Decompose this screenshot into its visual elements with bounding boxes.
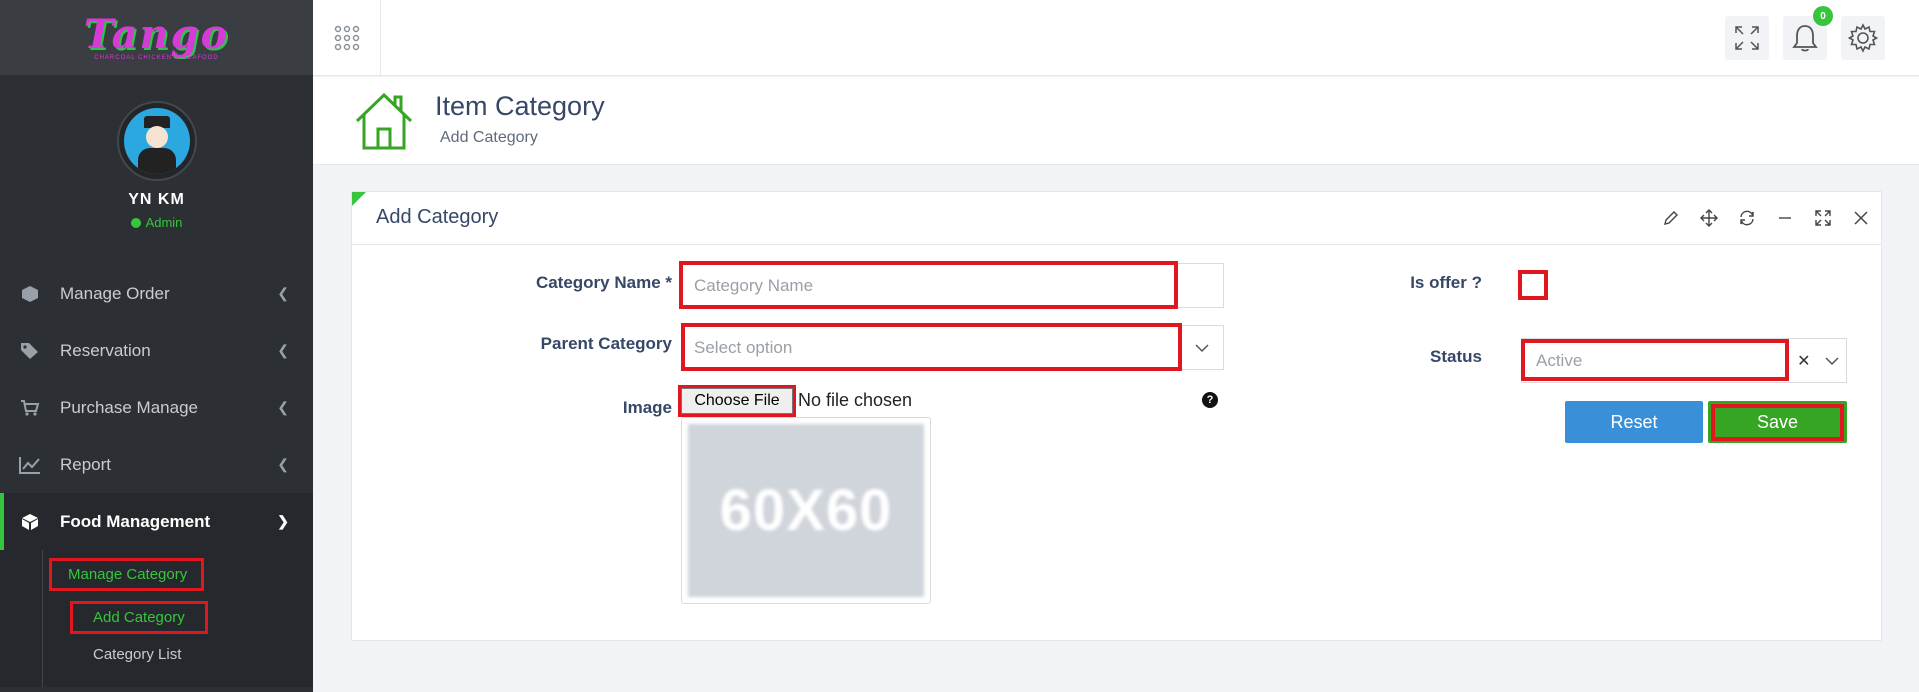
move-icon[interactable]	[1699, 208, 1719, 228]
sidebar-item-label: Report	[60, 454, 112, 474]
category-name-label: Category Name *	[535, 273, 672, 292]
chevron-left-icon: ❮	[277, 342, 289, 358]
image-label: Image	[622, 398, 672, 417]
image-preview: 60X60	[681, 417, 931, 604]
user-role-label: Admin	[145, 215, 183, 230]
chevron-down-icon	[1825, 356, 1839, 365]
chevron-left-icon: ❮	[277, 285, 289, 301]
user-profile: YN KM Admin	[0, 75, 313, 230]
image-placeholder: 60X60	[688, 424, 924, 597]
page-header: Item Category Add Category	[313, 77, 1919, 165]
panel-title: Add Category	[376, 206, 499, 228]
grid-icon	[334, 25, 359, 51]
logo[interactable]: Tango CHARCOAL CHICKEN & SEAFOOD	[83, 10, 230, 61]
topbar: 0	[313, 0, 1919, 76]
page-subtitle: Add Category	[440, 129, 538, 146]
sidebar-item-manage-order[interactable]: Manage Order ❮	[0, 265, 313, 322]
edit-icon[interactable]	[1661, 208, 1681, 228]
save-button-label: Save	[1710, 403, 1845, 441]
tags-icon	[18, 342, 42, 360]
category-name-highlight	[679, 261, 1178, 309]
reset-button[interactable]: Reset	[1565, 401, 1703, 443]
submenu-item-add-category[interactable]: Add Category	[70, 601, 208, 634]
sidebar-item-label: Purchase Manage	[60, 397, 198, 417]
is-offer-checkbox[interactable]	[1518, 270, 1548, 300]
bell-icon	[1792, 25, 1818, 52]
sidebar-item-report[interactable]: Report ❮	[0, 436, 313, 493]
apps-menu-button[interactable]	[313, 0, 381, 76]
notification-count-badge: 0	[1813, 6, 1833, 26]
sidebar-item-purchase-manage[interactable]: Purchase Manage ❮	[0, 379, 313, 436]
cube-icon	[18, 513, 42, 531]
expand-icon	[1735, 26, 1759, 50]
chevron-left-icon: ❮	[277, 399, 289, 415]
notifications-button[interactable]: 0	[1783, 6, 1833, 60]
sidebar: Tango CHARCOAL CHICKEN & SEAFOOD YN KM A…	[0, 0, 313, 692]
status-label: Status	[1430, 347, 1482, 366]
logo-text: Tango	[83, 10, 230, 58]
refresh-icon[interactable]	[1737, 208, 1757, 228]
avatar[interactable]	[116, 101, 197, 181]
sidebar-item-label: Food Management	[60, 511, 211, 531]
file-status-text: No file chosen	[798, 390, 913, 410]
gear-icon	[1848, 23, 1878, 53]
panel-toolbar	[1661, 208, 1871, 228]
sidebar-menu: Manage Order ❮ Reservation ❮ Purchase Ma…	[0, 265, 313, 687]
is-offer-label: Is offer ?	[1410, 273, 1482, 292]
close-icon[interactable]	[1851, 208, 1871, 228]
add-category-panel: Add Category Category Name * Category Na…	[351, 191, 1882, 641]
sidebar-item-label: Manage Order	[60, 283, 170, 303]
cart-icon	[18, 399, 42, 417]
minimize-icon[interactable]	[1775, 208, 1795, 228]
chevron-down-icon: ❯	[277, 513, 289, 529]
home-icon	[353, 91, 415, 158]
choose-file-button[interactable]: Choose File	[678, 385, 796, 417]
chevron-down-icon[interactable]	[1181, 326, 1223, 369]
box-icon	[18, 285, 42, 303]
save-button[interactable]: Save	[1708, 401, 1847, 443]
sidebar-item-food-management[interactable]: Food Management ❯	[0, 493, 313, 550]
parent-category-label: Parent Category	[540, 334, 672, 353]
chart-line-icon	[18, 456, 42, 474]
chevron-left-icon: ❮	[277, 456, 289, 472]
settings-button[interactable]	[1841, 16, 1885, 60]
food-management-submenu: Manage Category Add Category Category Li…	[0, 550, 313, 687]
help-icon[interactable]: ?	[1202, 392, 1218, 408]
submenu-tree-line	[42, 550, 43, 687]
page-title: Item Category	[435, 91, 605, 121]
user-role: Admin	[0, 215, 313, 230]
avatar-image	[123, 108, 190, 174]
online-status-icon	[130, 217, 141, 228]
logo-subtitle: CHARCOAL CHICKEN & SEAFOOD	[94, 54, 219, 61]
panel-header: Add Category	[352, 192, 1881, 245]
logo-bar[interactable]: Tango CHARCOAL CHICKEN & SEAFOOD	[0, 0, 313, 75]
clear-icon[interactable]: ✕	[1797, 351, 1810, 371]
parent-category-highlight	[681, 323, 1182, 371]
sidebar-item-label: Reservation	[60, 340, 151, 360]
submenu-item-manage-category[interactable]: Manage Category	[48, 558, 205, 591]
sidebar-item-reservation[interactable]: Reservation ❮	[0, 322, 313, 379]
maximize-icon[interactable]	[1813, 208, 1833, 228]
status-select-controls[interactable]: ✕	[1790, 339, 1846, 382]
user-name: YN KM	[128, 191, 185, 208]
fullscreen-button[interactable]	[1725, 16, 1769, 60]
submenu-item-category-list[interactable]: Category List	[93, 646, 181, 663]
status-highlight	[1521, 339, 1789, 381]
